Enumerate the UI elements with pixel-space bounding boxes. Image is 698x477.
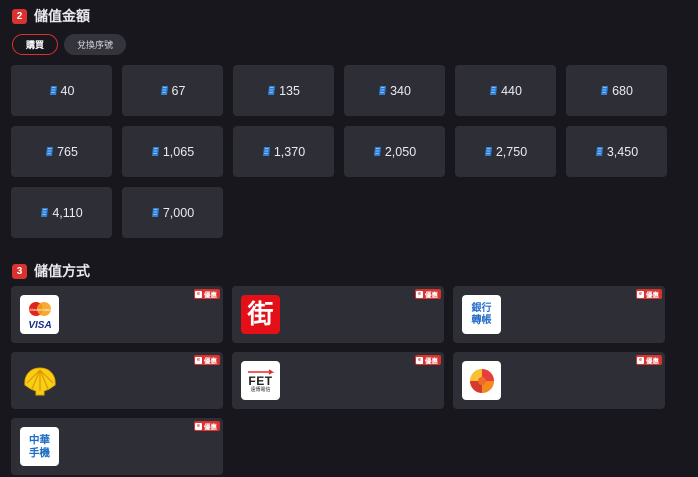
promo-icon: e xyxy=(637,290,644,298)
shell-icon xyxy=(23,366,56,395)
diamond-icon xyxy=(600,85,609,96)
diamond-icon xyxy=(49,85,57,96)
colorful-wallet-logo xyxy=(462,361,501,400)
diamond-icon xyxy=(151,146,159,157)
diamond-icon xyxy=(267,85,276,96)
amount-value: 3,450 xyxy=(606,144,639,159)
diamond-icon xyxy=(373,146,381,157)
purchase-tabs: 購買 兌換序號 xyxy=(12,34,127,55)
step-badge: 2 xyxy=(12,8,27,24)
payment-method-fet[interactable]: FET 遠傳電信 e 優惠 xyxy=(232,352,444,409)
amount-value: 765 xyxy=(57,144,78,159)
section-title-text: 儲值方式 xyxy=(34,263,90,279)
diamond-icon xyxy=(40,207,49,218)
diamond-icon xyxy=(489,85,498,96)
amount-option[interactable]: 440 xyxy=(455,65,556,116)
promo-icon: e xyxy=(195,290,202,298)
promo-icon: e xyxy=(416,356,423,364)
shell-logo xyxy=(20,361,59,400)
amount-value: 67 xyxy=(171,83,186,98)
amount-value: 4,110 xyxy=(52,205,83,220)
amount-option[interactable]: 1,065 xyxy=(122,126,223,177)
mastercard-visa-logo: MasterCard VISA xyxy=(20,295,59,334)
step-badge: 3 xyxy=(12,263,27,279)
amount-option[interactable]: 40 xyxy=(11,65,112,116)
tab-redeem-code[interactable]: 兌換序號 xyxy=(64,34,127,55)
amount-option[interactable]: 135 xyxy=(233,65,334,116)
promo-icon: e xyxy=(195,356,202,364)
amount-value: 1,065 xyxy=(162,144,195,159)
cht-logo-line2: 手機 xyxy=(29,446,50,459)
payment-method-cht[interactable]: 中華 手機 e 優惠 xyxy=(11,418,223,475)
amount-section-title: 2 儲值金額 xyxy=(12,6,90,26)
diamond-icon xyxy=(45,146,54,157)
amount-value: 40 xyxy=(60,83,75,98)
amount-option[interactable]: 340 xyxy=(344,65,445,116)
bank-transfer-logo: 銀行 轉帳 xyxy=(462,295,501,334)
promo-icon: e xyxy=(637,356,644,364)
amount-option[interactable]: 2,050 xyxy=(344,126,445,177)
diamond-icon xyxy=(160,85,168,96)
amount-option[interactable]: 765 xyxy=(11,126,112,177)
amount-value: 2,050 xyxy=(384,144,417,159)
promo-icon: e xyxy=(195,422,202,430)
amount-grid: 40 67 135 340 440 680 765 1,065 1,370 2,… xyxy=(11,65,667,238)
tab-purchase[interactable]: 購買 xyxy=(12,34,59,55)
amount-value: 340 xyxy=(390,83,411,98)
promo-badge: e 優惠 xyxy=(415,289,441,299)
amount-option[interactable]: 67 xyxy=(122,65,223,116)
amount-value: 680 xyxy=(612,83,633,98)
payment-method-bank-transfer[interactable]: 銀行 轉帳 e 優惠 xyxy=(453,286,665,343)
street-logo: 街 xyxy=(241,295,280,334)
bank-logo-line1: 銀行 xyxy=(471,302,492,314)
amount-option[interactable]: 3,450 xyxy=(566,126,667,177)
promo-badge: e 優惠 xyxy=(194,289,220,299)
diamond-icon xyxy=(262,146,270,157)
fet-logo: FET 遠傳電信 xyxy=(241,361,280,400)
payment-method-street[interactable]: 街 e 優惠 xyxy=(232,286,444,343)
amount-option[interactable]: 680 xyxy=(566,65,667,116)
street-logo-text: 街 xyxy=(247,299,274,330)
amount-value: 7,000 xyxy=(162,205,195,220)
amount-value: 1,370 xyxy=(273,144,306,159)
promo-badge: e 優惠 xyxy=(636,355,662,365)
amount-value: 2,750 xyxy=(495,144,528,159)
section-title-text: 儲值金額 xyxy=(34,8,90,24)
payment-method-mastercard-visa[interactable]: MasterCard VISA e 優惠 xyxy=(11,286,223,343)
payment-method-shell[interactable]: e 優惠 xyxy=(11,352,223,409)
amount-option[interactable]: 1,370 xyxy=(233,126,334,177)
promo-badge: e 優惠 xyxy=(636,289,662,299)
amount-option[interactable]: 7,000 xyxy=(122,187,223,238)
fet-logo-text: FET xyxy=(248,373,273,388)
diamond-icon xyxy=(484,146,492,157)
svg-text:MasterCard: MasterCard xyxy=(29,307,50,312)
visa-text: VISA xyxy=(28,320,51,331)
method-section-title: 3 儲值方式 xyxy=(12,261,90,281)
promo-icon: e xyxy=(416,290,423,298)
fet-logo-subtext: 遠傳電信 xyxy=(250,386,271,393)
amount-value: 135 xyxy=(279,83,300,98)
diamond-icon xyxy=(378,85,387,96)
diamond-icon xyxy=(595,146,603,157)
diamond-icon xyxy=(151,207,159,218)
promo-badge: e 優惠 xyxy=(415,355,441,365)
bank-logo-line2: 轉帳 xyxy=(471,314,492,326)
amount-option[interactable]: 2,750 xyxy=(455,126,556,177)
payment-method-colorful-wallet[interactable]: e 優惠 xyxy=(453,352,665,409)
amount-option[interactable]: 4,110 xyxy=(11,187,112,238)
promo-badge: e 優惠 xyxy=(194,355,220,365)
cht-logo-line1: 中華 xyxy=(29,433,50,446)
amount-value: 440 xyxy=(501,83,522,98)
promo-badge: e 優惠 xyxy=(194,421,220,431)
cht-logo: 中華 手機 xyxy=(20,427,59,466)
payment-method-grid: MasterCard VISA e 優惠 街 e 優惠 銀行 轉帳 e 優惠 e 優惠 F… xyxy=(11,286,665,475)
colorful-ball-icon xyxy=(469,368,494,393)
